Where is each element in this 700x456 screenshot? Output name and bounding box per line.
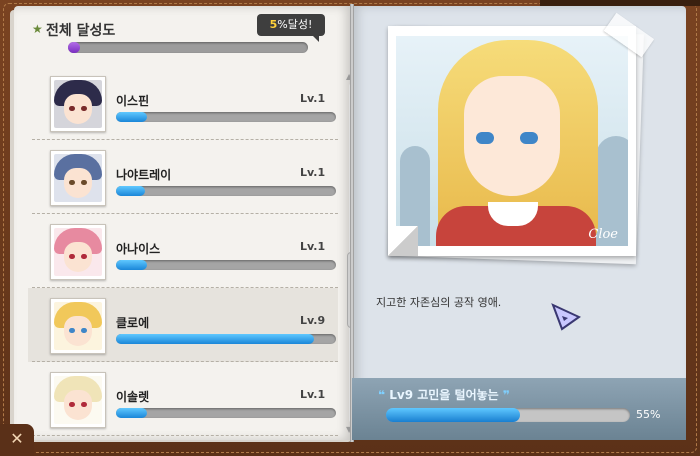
quest-progress-percent: 55% (636, 408, 661, 421)
photo-curled-corner (388, 226, 418, 256)
portrait-eye (69, 402, 75, 407)
character-portrait (50, 150, 106, 206)
portrait-face (54, 154, 102, 202)
portrait-face (54, 302, 102, 350)
character-progress-fill (116, 408, 147, 418)
close-icon: ✕ (10, 429, 24, 448)
row-divider (32, 435, 338, 436)
character-row[interactable]: 나야트레이 Lv.1 (28, 140, 338, 214)
character-level: Lv.1 (300, 166, 326, 179)
portrait-eye (81, 180, 87, 185)
character-progress-bar (116, 112, 336, 122)
book-spine (350, 4, 354, 442)
portrait-eye (69, 254, 75, 259)
portrait-eye (69, 328, 75, 333)
portrait-eye (81, 254, 87, 259)
character-portrait (50, 298, 106, 354)
character-name: 이스핀 (116, 94, 150, 108)
character-level: Lv.1 (300, 92, 326, 105)
character-portrait (50, 76, 106, 132)
portrait-face (54, 80, 102, 128)
character-name: 클로에 (116, 316, 150, 330)
character-name: 이솔렛 (116, 390, 150, 404)
overall-progress-bar (68, 42, 308, 53)
achievement-title: 전체 달성도 (46, 23, 116, 39)
portrait-eye (81, 402, 87, 407)
portrait-eye (81, 328, 87, 333)
quote-close-icon: ❞ (502, 388, 510, 402)
character-progress-bar (116, 260, 336, 270)
character-level: Lv.1 (300, 240, 326, 253)
character-progress-fill (116, 186, 145, 196)
character-description: 지고한 자존심의 공작 영애. (376, 296, 502, 309)
character-name: 아나이스 (116, 242, 161, 256)
character-row[interactable]: 이스핀 Lv.1 (28, 66, 338, 140)
achievement-badge: 5%달성! (257, 14, 325, 42)
close-button[interactable]: ✕ (0, 424, 34, 456)
character-portrait-large: Cloe (396, 36, 628, 246)
character-row[interactable]: 이솔렛 Lv.1 (28, 362, 338, 436)
quest-title: ❝ Lv9 고민을 털어놓는 ❞ (378, 386, 510, 403)
photo-signature: Cloe (588, 227, 618, 242)
character-portrait (50, 372, 106, 428)
character-list: 이스핀 Lv.1 나야트레이 Lv.1 아나이스 Lv.1 클로에 Lv.9 이솔렛 Lv.1 (28, 66, 338, 442)
character-progress-fill (116, 334, 314, 344)
character-list-page: ★ 전체 달성도 5%달성! 이스핀 Lv.1 나야트레이 Lv.1 아나이스 Lv.1 클… (14, 6, 357, 442)
quest-progress-fill (386, 408, 521, 422)
character-progress-fill (116, 260, 147, 270)
character-eye (476, 132, 494, 144)
portrait-eye (69, 180, 75, 185)
portrait-face (54, 376, 102, 424)
character-progress-fill (116, 112, 147, 122)
portrait-eye (69, 106, 75, 111)
quest-progress-bar (386, 408, 630, 422)
quest-title-text: Lv9 고민을 털어놓는 (389, 388, 499, 402)
character-level: Lv.1 (300, 388, 326, 401)
overall-progress-fill (68, 42, 80, 53)
character-row[interactable]: 클로에 Lv.9 (28, 288, 338, 362)
character-progress-bar (116, 334, 336, 344)
character-progress-bar (116, 408, 336, 418)
portrait-eye (81, 106, 87, 111)
character-portrait (50, 224, 106, 280)
character-name: 나야트레이 (116, 168, 172, 182)
next-arrow-icon[interactable] (550, 302, 582, 334)
character-level: Lv.9 (300, 314, 326, 327)
character-progress-bar (116, 186, 336, 196)
quote-open-icon: ❝ (378, 388, 386, 402)
character-photo: Cloe (388, 26, 636, 256)
character-row[interactable]: 아나이스 Lv.1 (28, 214, 338, 288)
badge-suffix: %달성! (277, 18, 313, 31)
star-icon: ★ (32, 22, 43, 36)
portrait-face (54, 228, 102, 276)
character-eye (520, 132, 538, 144)
